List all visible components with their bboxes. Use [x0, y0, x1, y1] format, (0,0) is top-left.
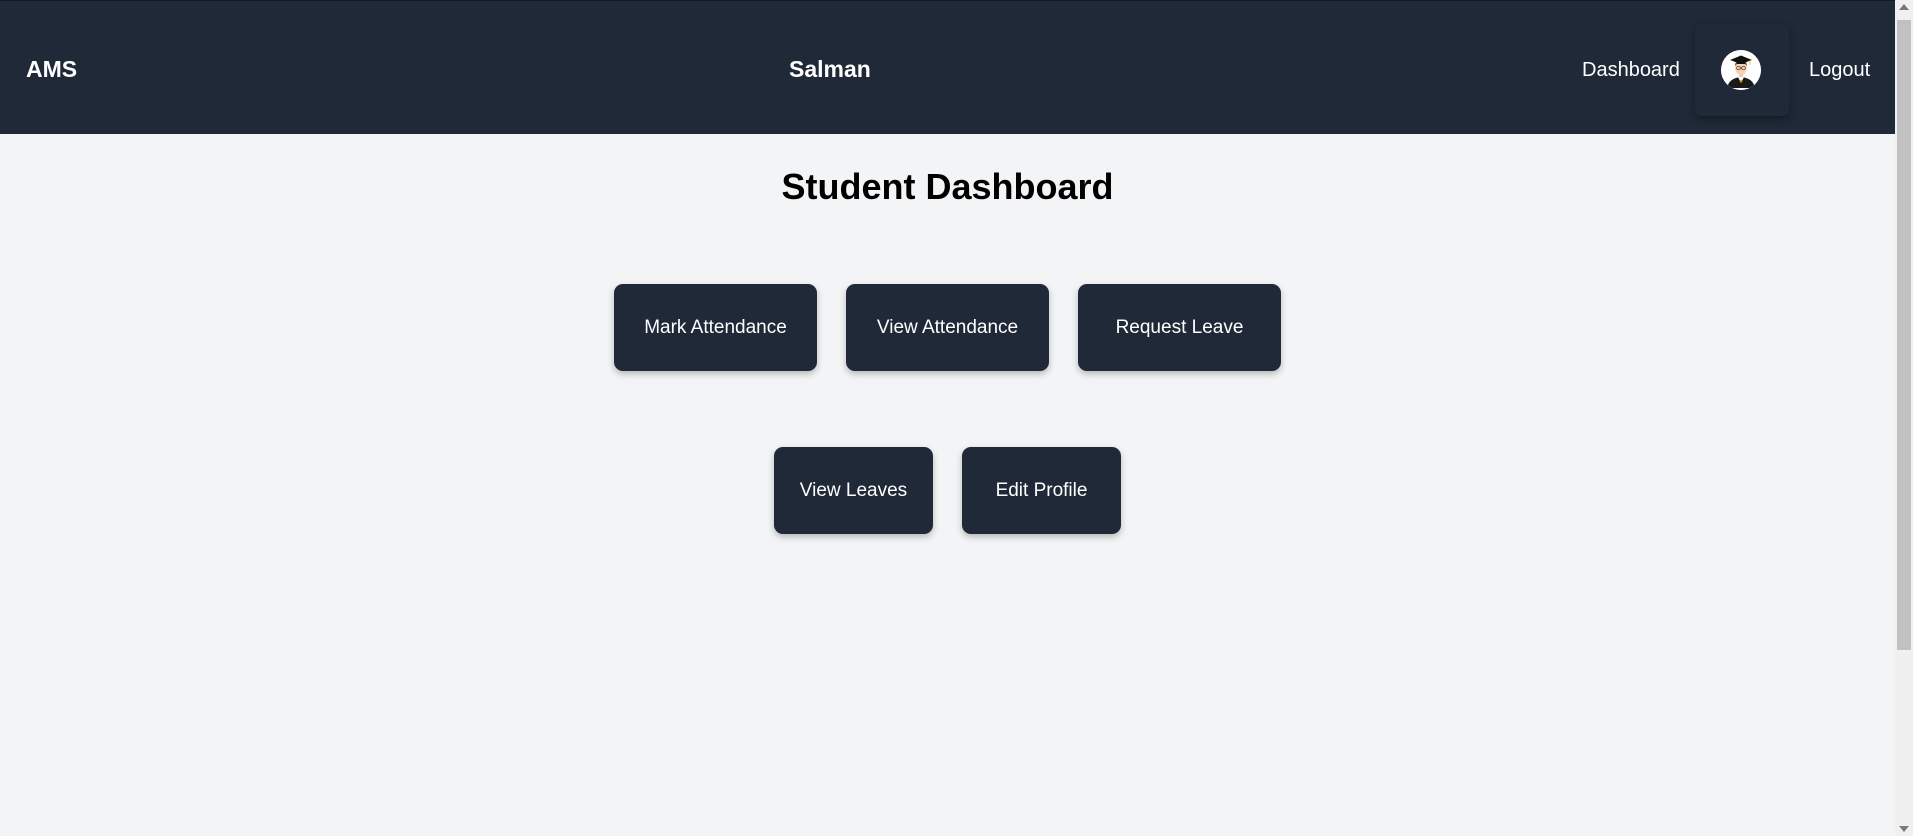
- edit-profile-button[interactable]: Edit Profile: [962, 447, 1121, 534]
- nav-logout-link[interactable]: Logout: [1809, 57, 1870, 83]
- graduate-icon: [1721, 50, 1761, 90]
- navbar: AMS Salman Dashboard Logout: [0, 0, 1895, 134]
- scroll-up-arrow-icon[interactable]: [1899, 4, 1909, 10]
- view-attendance-button[interactable]: View Attendance: [846, 284, 1049, 371]
- request-leave-button[interactable]: Request Leave: [1078, 284, 1281, 371]
- user-name: Salman: [789, 56, 871, 82]
- student-avatar-icon: [1721, 50, 1761, 90]
- scroll-down-arrow-icon[interactable]: [1899, 826, 1909, 832]
- content-area: AMS Salman Dashboard Logout Student Dash…: [0, 0, 1895, 836]
- page-title: Student Dashboard: [781, 166, 1114, 207]
- page: AMS Salman Dashboard Logout Student Dash…: [0, 0, 1913, 836]
- scrollbar-thumb[interactable]: [1897, 20, 1911, 650]
- view-leaves-button[interactable]: View Leaves: [774, 447, 933, 534]
- vertical-scrollbar[interactable]: [1895, 0, 1913, 836]
- mark-attendance-button[interactable]: Mark Attendance: [614, 284, 817, 371]
- brand-logo[interactable]: AMS: [26, 54, 77, 84]
- avatar-button[interactable]: [1695, 24, 1789, 116]
- nav-dashboard-link[interactable]: Dashboard: [1582, 57, 1680, 83]
